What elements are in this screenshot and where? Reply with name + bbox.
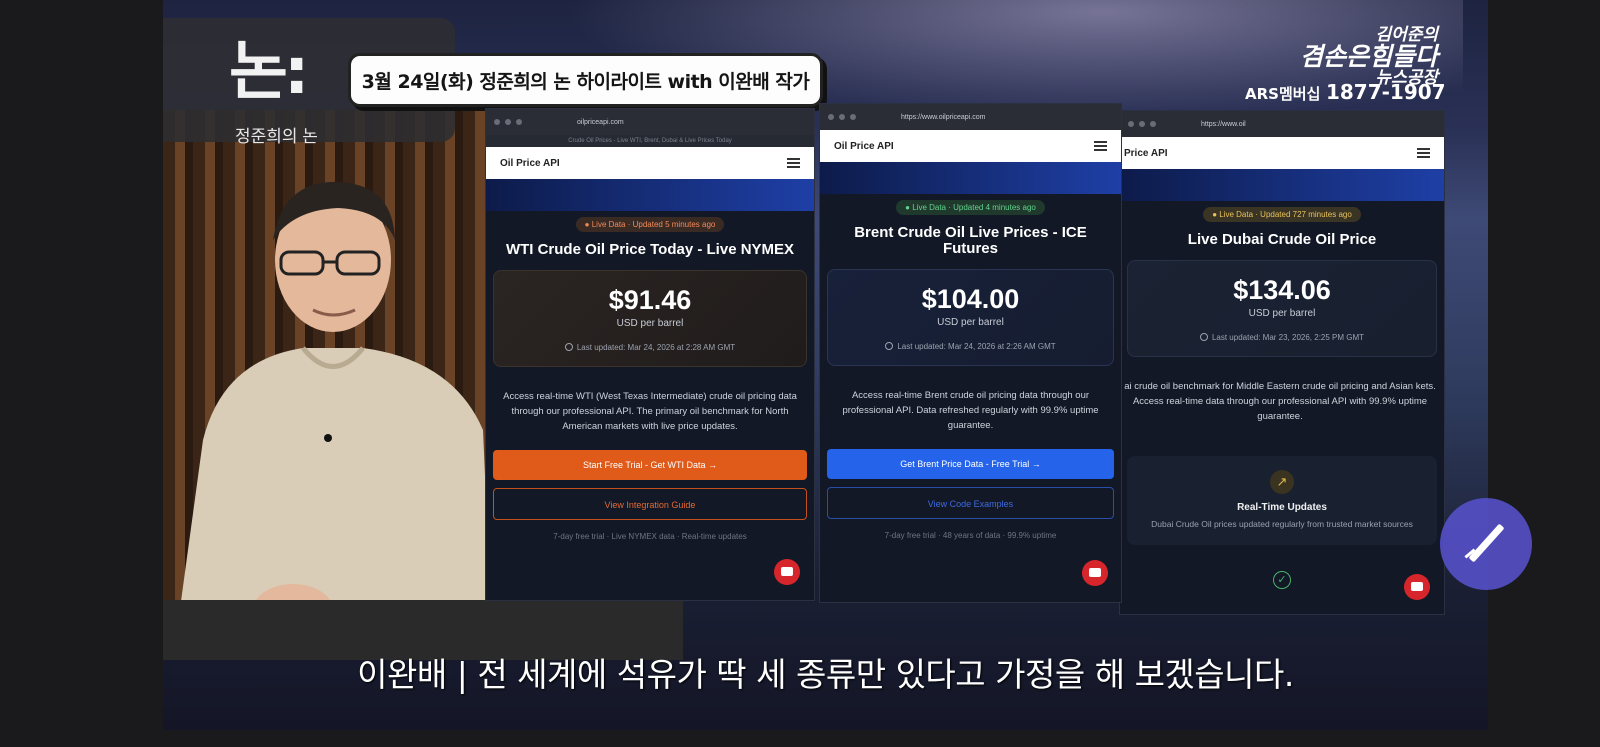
show-logo-mark: 논:	[229, 35, 310, 109]
live-data-badge: ● Live Data · Updated 727 minutes ago	[1203, 207, 1361, 222]
live-data-badge: ● Live Data · Updated 4 minutes ago	[896, 200, 1045, 215]
live-data-badge: ● Live Data · Updated 5 minutes ago	[575, 217, 725, 232]
hero-strip	[820, 162, 1121, 194]
hamburger-menu-icon[interactable]	[1417, 148, 1430, 158]
window-control-icon[interactable]	[850, 114, 856, 120]
clock-icon	[885, 342, 894, 350]
video-player: 논: 정준희의 논 3월 24일(화) 정준희의 논 하이라이트 with 이완…	[0, 0, 1600, 747]
video-frame[interactable]: 논: 정준희의 논 3월 24일(화) 정준희의 논 하이라이트 with 이완…	[163, 0, 1488, 730]
episode-title: 3월 24일(화) 정준희의 논 하이라이트 with 이완배 작가	[361, 70, 810, 93]
site-brand[interactable]: Oil Price API	[834, 141, 894, 152]
window-control-icon[interactable]	[505, 119, 511, 125]
last-updated: Last updated: Mar 24, 2026 at 2:28 AM GM…	[502, 343, 798, 352]
caption-subtitle: 이완배 | 전 세계에 석유가 딱 세 종류만 있다고 가정을 해 보겠습니다.	[357, 655, 1294, 694]
page-heading: Live Dubai Crude Oil Price	[1187, 231, 1377, 248]
trial-note: 7-day free trial · Live NYMEX data · Rea…	[553, 532, 747, 541]
price-card: $134.06 USD per barrel Last updated: Mar…	[1127, 260, 1437, 357]
address-bar[interactable]: https://www.oilpriceapi.com	[901, 114, 985, 121]
view-code-examples-button[interactable]: View Code Examples	[827, 487, 1114, 519]
browser-tab[interactable]: Crude Oil Prices - Live WTI, Brent, Duba…	[486, 135, 814, 147]
view-integration-guide-button[interactable]: View Integration Guide	[493, 488, 807, 520]
price-value: $134.06	[1233, 275, 1331, 305]
browser-window-brent: https://www.oilpriceapi.com Oil Price AP…	[819, 103, 1122, 603]
site-brand[interactable]: Price API	[1124, 148, 1168, 159]
price-unit: USD per barrel	[1248, 308, 1316, 319]
hamburger-menu-icon[interactable]	[787, 158, 800, 168]
price-value: $104.00	[921, 284, 1020, 314]
window-control-icon[interactable]	[839, 114, 845, 120]
presenter	[173, 181, 493, 660]
last-updated: Last updated: Mar 24, 2026 at 2:26 AM GM…	[836, 342, 1105, 351]
check-circle-icon: ✓	[1273, 571, 1291, 589]
description: Access real-time WTI (West Texas Interme…	[503, 391, 797, 432]
site-navbar: Oil Price API	[820, 130, 1121, 162]
window-control-icon[interactable]	[1128, 121, 1134, 127]
last-updated-text: Last updated: Mar 24, 2026 at 2:28 AM GM…	[576, 343, 736, 352]
site-brand[interactable]: Oil Price API	[500, 158, 560, 169]
feature-title: Real-Time Updates	[1237, 502, 1327, 513]
episode-title-banner: 3월 24일(화) 정준희의 논 하이라이트 with 이완배 작가	[348, 53, 823, 107]
last-updated: Last updated: Mar 23, 2026, 2:25 PM GMT	[1136, 333, 1428, 342]
description: Access real-time Brent crude oil pricing…	[842, 390, 1099, 431]
address-bar[interactable]: https://www.oil	[1201, 121, 1246, 128]
page-heading: Brent Crude Oil Live Prices - ICE Future…	[854, 224, 1087, 257]
hero-strip	[486, 179, 814, 211]
chat-icon[interactable]	[1082, 560, 1108, 586]
price-card: $91.46 USD per barrel Last updated: Mar …	[493, 270, 807, 367]
hamburger-menu-icon[interactable]	[1094, 141, 1107, 151]
price-unit: USD per barrel	[616, 318, 684, 329]
site-navbar: Price API	[1120, 137, 1444, 169]
feature-card: ↗ Real-Time Updates Dubai Crude Oil pric…	[1127, 456, 1437, 545]
ars-number: 1877-1907	[1325, 80, 1446, 104]
clock-icon	[1199, 333, 1208, 341]
trial-note: 7-day free trial · 48 years of data · 99…	[884, 531, 1057, 540]
description: ai crude oil benchmark for Middle Easter…	[1124, 381, 1436, 422]
address-bar[interactable]: oilpriceapi.com	[577, 119, 624, 126]
clock-icon	[564, 343, 573, 351]
start-free-trial-button[interactable]: Start Free Trial - Get WTI Data →	[493, 450, 807, 480]
window-control-icon[interactable]	[828, 114, 834, 120]
feature-description: Dubai Crude Oil prices updated regularly…	[1151, 519, 1413, 529]
window-control-icon[interactable]	[494, 119, 500, 125]
browser-window-dubai: https://www.oil Price API ● Live Data · …	[1119, 110, 1445, 615]
window-control-icon[interactable]	[516, 119, 522, 125]
browser-window-wti: oilpriceapi.com Crude Oil Prices - Live …	[485, 108, 815, 601]
browser-titlebar: oilpriceapi.com	[486, 109, 814, 135]
browser-titlebar: https://www.oilpriceapi.com	[820, 104, 1121, 130]
get-brent-data-button[interactable]: Get Brent Price Data - Free Trial →	[827, 449, 1114, 479]
network-logo: 김어준의 겸손은힘들다 뉴스공장	[1248, 26, 1438, 87]
price-value: $91.46	[608, 285, 692, 315]
page-heading: WTI Crude Oil Price Today - Live NYMEX	[505, 241, 795, 258]
site-navbar: Oil Price API	[486, 147, 814, 179]
ars-label: ARS멤버십	[1245, 85, 1321, 103]
trending-up-icon: ↗	[1270, 470, 1294, 494]
price-unit: USD per barrel	[937, 317, 1004, 328]
price-card: $104.00 USD per barrel Last updated: Mar…	[827, 269, 1114, 366]
ars-info: ARS멤버십 1877-1907	[1245, 80, 1446, 104]
network-logo-line2: 겸손은힘들다	[1299, 42, 1438, 71]
show-logo-subtitle: 정준희의 논	[235, 127, 318, 146]
last-updated-text: Last updated: Mar 23, 2026, 2:25 PM GMT	[1211, 333, 1365, 342]
hero-strip	[1120, 169, 1444, 201]
browser-titlebar: https://www.oil	[1120, 111, 1444, 137]
window-control-icon[interactable]	[1150, 121, 1156, 127]
chat-icon[interactable]	[1404, 574, 1430, 600]
last-updated-text: Last updated: Mar 24, 2026 at 2:26 AM GM…	[897, 342, 1056, 351]
pen-icon[interactable]	[1440, 498, 1532, 590]
chat-icon[interactable]	[774, 559, 800, 585]
window-control-icon[interactable]	[1139, 121, 1145, 127]
